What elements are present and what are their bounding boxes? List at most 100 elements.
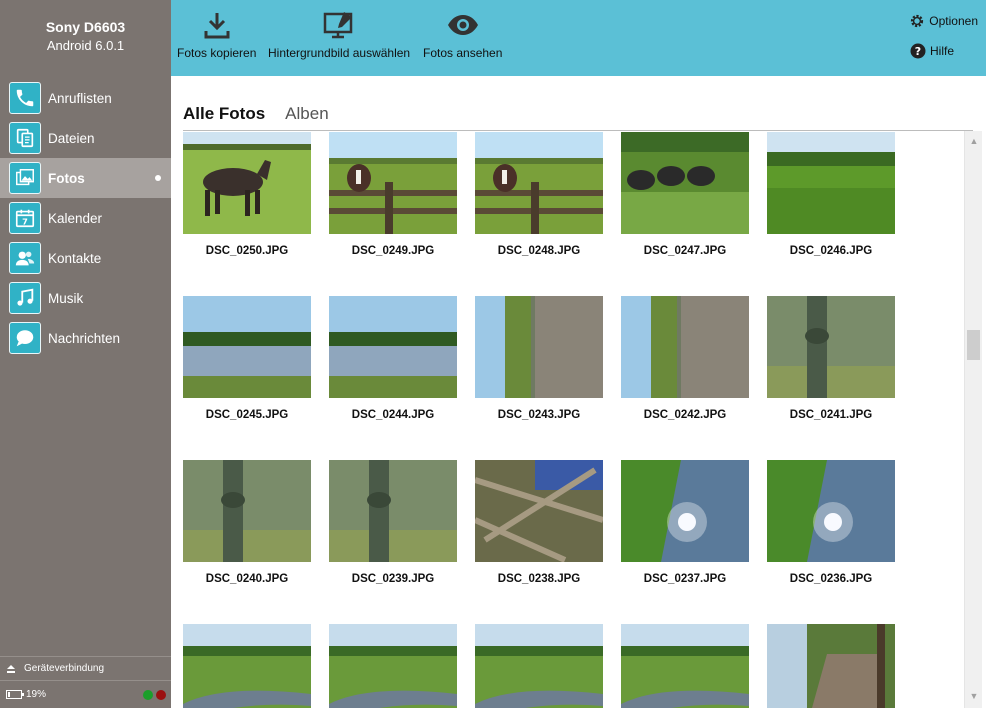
tab-all-photos[interactable]: Alle Fotos: [183, 104, 265, 124]
photo-filename: DSC_0245.JPG: [205, 409, 289, 421]
set-wallpaper-label: Hintergrundbild auswählen: [268, 46, 411, 60]
active-indicator: [155, 175, 161, 181]
calendar-icon: 7: [9, 202, 41, 234]
sidebar-item-fotos[interactable]: Fotos: [0, 158, 171, 198]
photo-tile[interactable]: DSC_0243.JPG: [475, 296, 603, 421]
music-icon: [9, 282, 41, 314]
photo-tile[interactable]: DSC_0244.JPG: [329, 296, 457, 421]
photo-filename: DSC_0241.JPG: [789, 409, 873, 421]
sidebar-item-musik[interactable]: Musik: [0, 278, 171, 318]
sidebar-item-label: Kontakte: [48, 250, 102, 266]
photo-thumbnail: [183, 132, 311, 234]
photo-thumbnail: [767, 460, 895, 562]
sidebar-item-nachrichten[interactable]: Nachrichten: [0, 318, 171, 358]
eject-icon: [7, 664, 15, 673]
photo-filename: DSC_0237.JPG: [643, 573, 727, 585]
toolbar: Fotos kopieren Hintergrundbild auswählen…: [171, 0, 986, 76]
wallpaper-icon: [323, 12, 353, 39]
contacts-icon: [9, 242, 41, 274]
photo-filename: DSC_0250.JPG: [205, 245, 289, 257]
view-photos-button[interactable]: Fotos ansehen: [423, 10, 502, 60]
photo-tile[interactable]: DSC_0240.JPG: [183, 460, 311, 585]
photo-filename: DSC_0243.JPG: [497, 409, 581, 421]
photo-thumbnail: [767, 624, 895, 708]
photo-tile[interactable]: [329, 624, 457, 708]
photo-thumbnail: [767, 296, 895, 398]
sidebar-item-label: Nachrichten: [48, 330, 121, 346]
photos-icon: [9, 162, 41, 194]
help-button[interactable]: ? Hilfe: [910, 43, 954, 59]
photo-filename: DSC_0240.JPG: [205, 573, 289, 585]
photo-tile[interactable]: DSC_0238.JPG: [473, 460, 604, 585]
scrollbar-thumb[interactable]: [967, 330, 980, 360]
sidebar-item-kalender[interactable]: 7 Kalender: [0, 198, 171, 238]
help-icon: ?: [910, 43, 926, 59]
photo-thumbnail: [621, 624, 749, 708]
photo-tile[interactable]: [767, 624, 895, 708]
photo-filename: DSC_0249.JPG: [351, 245, 435, 257]
photo-filename: DSC_0238.JPG: [497, 573, 581, 585]
sidebar-item-label: Anruflisten: [48, 90, 112, 106]
photo-filename: DSC_0247.JPG: [643, 245, 727, 257]
gear-icon: [911, 14, 924, 28]
photo-thumbnail: [475, 624, 603, 708]
photo-filename: DSC_0248.JPG: [497, 245, 581, 257]
photo-tile[interactable]: [183, 624, 311, 708]
photo-tile[interactable]: DSC_0241.JPG: [767, 296, 895, 421]
status-bar: 19%: [0, 681, 171, 708]
photo-thumbnail: [767, 132, 895, 234]
download-icon: [204, 13, 230, 39]
photo-tile[interactable]: DSC_0242.JPG: [621, 296, 749, 421]
sidebar: Sony D6603 Android 6.0.1 Anruflisten Dat…: [0, 0, 171, 708]
photo-tile[interactable]: DSC_0247.JPG: [621, 132, 749, 257]
copy-photos-label: Fotos kopieren: [177, 46, 257, 60]
eye-icon: [447, 15, 478, 35]
set-wallpaper-button[interactable]: Hintergrundbild auswählen: [268, 10, 410, 60]
sidebar-item-label: Kalender: [48, 210, 103, 226]
photo-tile[interactable]: DSC_0245.JPG: [183, 296, 311, 421]
vertical-scrollbar[interactable]: ▲ ▼: [964, 131, 982, 708]
photo-tile[interactable]: DSC_0246.JPG: [767, 132, 895, 257]
photo-tile[interactable]: DSC_0239.JPG: [329, 460, 457, 585]
sidebar-item-anruflisten[interactable]: Anruflisten: [0, 78, 171, 118]
connection-indicators: [143, 690, 166, 700]
photo-filename: DSC_0236.JPG: [789, 573, 873, 585]
scroll-up-icon[interactable]: ▲: [965, 133, 983, 149]
photo-thumbnail: [475, 132, 603, 234]
photo-thumbnail: [329, 624, 457, 708]
photo-tile[interactable]: DSC_0248.JPG: [475, 132, 603, 257]
sidebar-item-label: Musik: [48, 290, 84, 306]
calendar-day-text: 7: [22, 216, 28, 226]
photo-tabs: Alle Fotos Alben: [183, 104, 349, 124]
photo-tile[interactable]: DSC_0250.JPG: [183, 132, 311, 257]
help-label: Hilfe: [929, 44, 954, 58]
photo-tile[interactable]: DSC_0249.JPG: [329, 132, 457, 257]
device-name: Sony D6603: [45, 19, 126, 35]
tab-albums[interactable]: Alben: [285, 104, 328, 124]
messages-icon: [9, 322, 41, 354]
svg-text:?: ?: [915, 45, 921, 58]
photo-grid: DSC_0250.JPG DSC_0249.JPG DSC_0248.JPG DSC_…: [183, 132, 953, 708]
device-info: Sony D6603 Android 6.0.1: [0, 18, 171, 55]
status-dot-green: [143, 690, 153, 700]
photo-tile[interactable]: [621, 624, 749, 708]
view-photos-label: Fotos ansehen: [423, 46, 503, 60]
photo-thumbnail: [473, 460, 604, 563]
photo-thumbnail: [183, 624, 311, 708]
files-icon: [9, 122, 41, 154]
device-connection-button[interactable]: Geräteverbindung: [0, 656, 171, 681]
photo-filename: DSC_0239.JPG: [351, 573, 435, 585]
photo-tile[interactable]: DSC_0237.JPG: [621, 460, 749, 585]
photo-thumbnail: [475, 296, 603, 398]
options-button[interactable]: Optionen: [909, 13, 978, 29]
device-os: Android 6.0.1: [46, 38, 125, 53]
scroll-down-icon[interactable]: ▼: [965, 688, 983, 704]
sidebar-item-dateien[interactable]: Dateien: [0, 118, 171, 158]
sidebar-item-kontakte[interactable]: Kontakte: [0, 238, 171, 278]
photo-thumbnail: [621, 296, 749, 398]
battery-fill: [8, 692, 11, 697]
photo-tile[interactable]: DSC_0236.JPG: [767, 460, 895, 585]
photo-tile[interactable]: [475, 624, 603, 708]
photo-filename: DSC_0246.JPG: [789, 245, 873, 257]
copy-photos-button[interactable]: Fotos kopieren: [177, 10, 256, 60]
